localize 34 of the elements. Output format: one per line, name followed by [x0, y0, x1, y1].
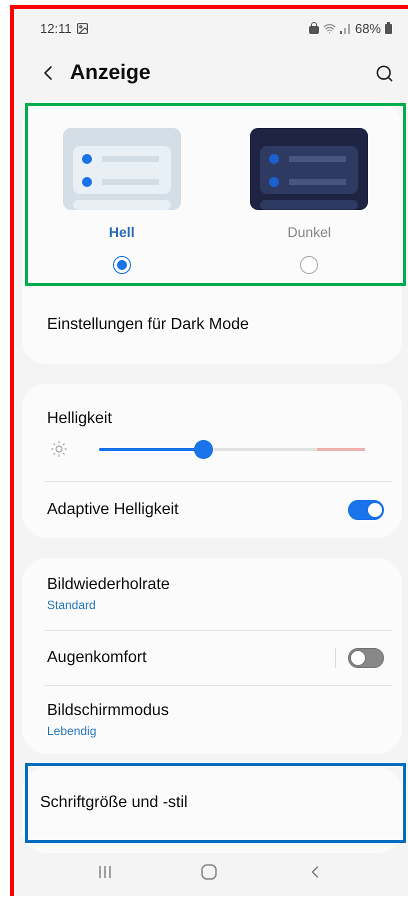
row-label: Bildschirmmodus — [47, 702, 169, 720]
row-label: Helligkeit — [47, 410, 112, 428]
toggle-switch[interactable] — [348, 648, 384, 668]
radio-button[interactable] — [300, 256, 318, 274]
settings-row[interactable]: Augenkomfort — [22, 631, 402, 686]
row-value: Lebendig — [47, 724, 98, 738]
rounded-square-icon — [200, 862, 218, 881]
row-label: Bildwiederholrate — [47, 576, 170, 594]
settings-row[interactable]: Bildwiederholrate Standard — [22, 558, 402, 630]
settings-row[interactable]: Adaptive Helligkeit — [22, 482, 402, 538]
battery-percent: 68% — [354, 20, 381, 36]
search-icon — [375, 64, 394, 83]
highlight-frame[interactable]: Schriftgröße und -stil — [25, 763, 406, 844]
radio-button[interactable] — [112, 256, 131, 274]
status-time: 12:11 — [40, 20, 72, 36]
image-icon — [76, 22, 89, 35]
row-label: Adaptive Helligkeit — [47, 501, 179, 520]
settings-row[interactable]: Einstellungen für Dark Mode — [22, 286, 402, 364]
page-title: Anzeige — [70, 61, 152, 86]
theme-label: Dunkel — [287, 224, 332, 240]
settings-row[interactable]: Bildschirmmodus Lebendig — [22, 686, 402, 754]
lock-icon — [308, 22, 319, 34]
toggle-switch[interactable] — [348, 500, 384, 520]
theme-label: Hell — [108, 224, 135, 240]
battery-icon — [385, 22, 392, 34]
slider-thumb[interactable] — [194, 440, 213, 459]
signal-icon — [340, 22, 351, 34]
row-label: Augenkomfort — [47, 649, 147, 668]
sun-icon — [50, 440, 68, 458]
row-label: Einstellungen für Dark Mode — [47, 316, 249, 334]
row-label: Schriftgröße und -stil — [40, 794, 188, 812]
search-button[interactable] — [375, 64, 394, 83]
row-value: Standard — [47, 598, 97, 612]
three-bars-icon — [97, 864, 114, 880]
